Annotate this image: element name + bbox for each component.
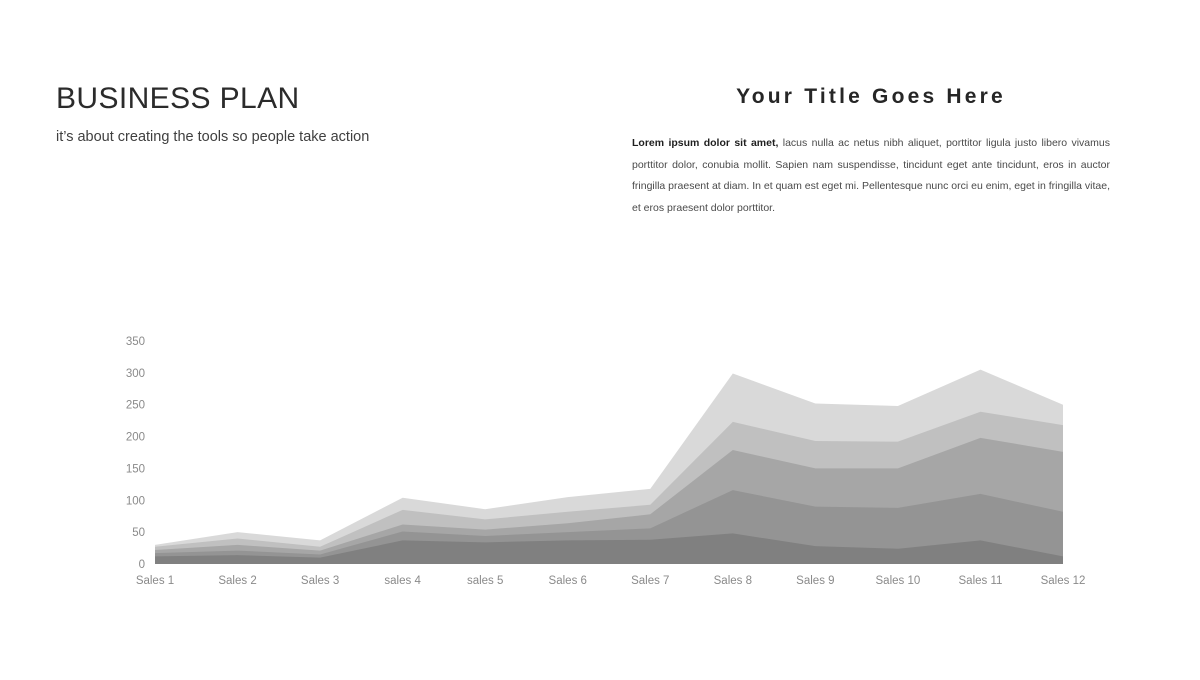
x-axis-tick-label: Sales 3 [301,575,339,587]
x-axis-tick-label: Sales 12 [1041,575,1086,587]
x-axis-tick-label: Sales 10 [876,575,921,587]
x-axis-tick-label: sales 4 [384,575,421,587]
y-axis-tick-label: 100 [126,495,145,507]
paragraph-lead: Lorem ipsum dolor sit amet, [632,137,779,150]
right-header-block: Your Title Goes Here Lorem ipsum dolor s… [632,84,1110,219]
page-title: BUSINESS PLAN [56,82,300,115]
x-axis-tick-label: Sales 1 [136,575,174,587]
page-subtitle: it’s about creating the tools so people … [56,129,370,145]
y-axis-tick-label: 50 [132,527,145,539]
y-axis-tick-label: 150 [126,463,145,475]
body-paragraph: Lorem ipsum dolor sit amet, lacus nulla … [632,133,1110,219]
x-axis-tick-label: Sales 11 [959,575,1003,587]
y-axis-tick-label: 200 [126,432,145,444]
x-axis-ticks: Sales 1 Sales 2 Sales 3 sales 4 sales 5 Sales… [136,575,1086,587]
x-axis-tick-label: Sales 2 [218,575,256,587]
y-axis-tick-label: 0 [139,559,145,571]
left-header-block: BUSINESS PLAN it’s about creating the to… [56,82,476,146]
x-axis-tick-label: sales 5 [467,575,503,587]
chart-svg: 050100150200250300350 Sales 1 Sales 2 Sale… [126,336,1086,587]
area-series-group [155,369,1063,564]
x-axis-tick-label: Sales 7 [631,575,669,587]
x-axis-tick-label: Sales 8 [714,575,752,587]
x-axis-tick-label: Sales 9 [796,575,834,587]
y-axis-tick-label: 250 [126,400,145,412]
y-axis-tick-label: 350 [126,336,145,348]
stacked-area-chart: 0 50 100 150 200 250 300 350 Sales 1 Sales 2 Sale… [120,322,1100,602]
y-axis-ticks: 0 50 100 150 200 250 300 350 [126,336,145,571]
x-axis-tick-label: Sales 6 [549,575,587,587]
slide-canvas: BUSINESS PLAN it’s about creating the to… [0,0,1200,680]
section-title: Your Title Goes Here [736,85,1006,108]
y-axis-tick-label: 300 [126,368,145,380]
